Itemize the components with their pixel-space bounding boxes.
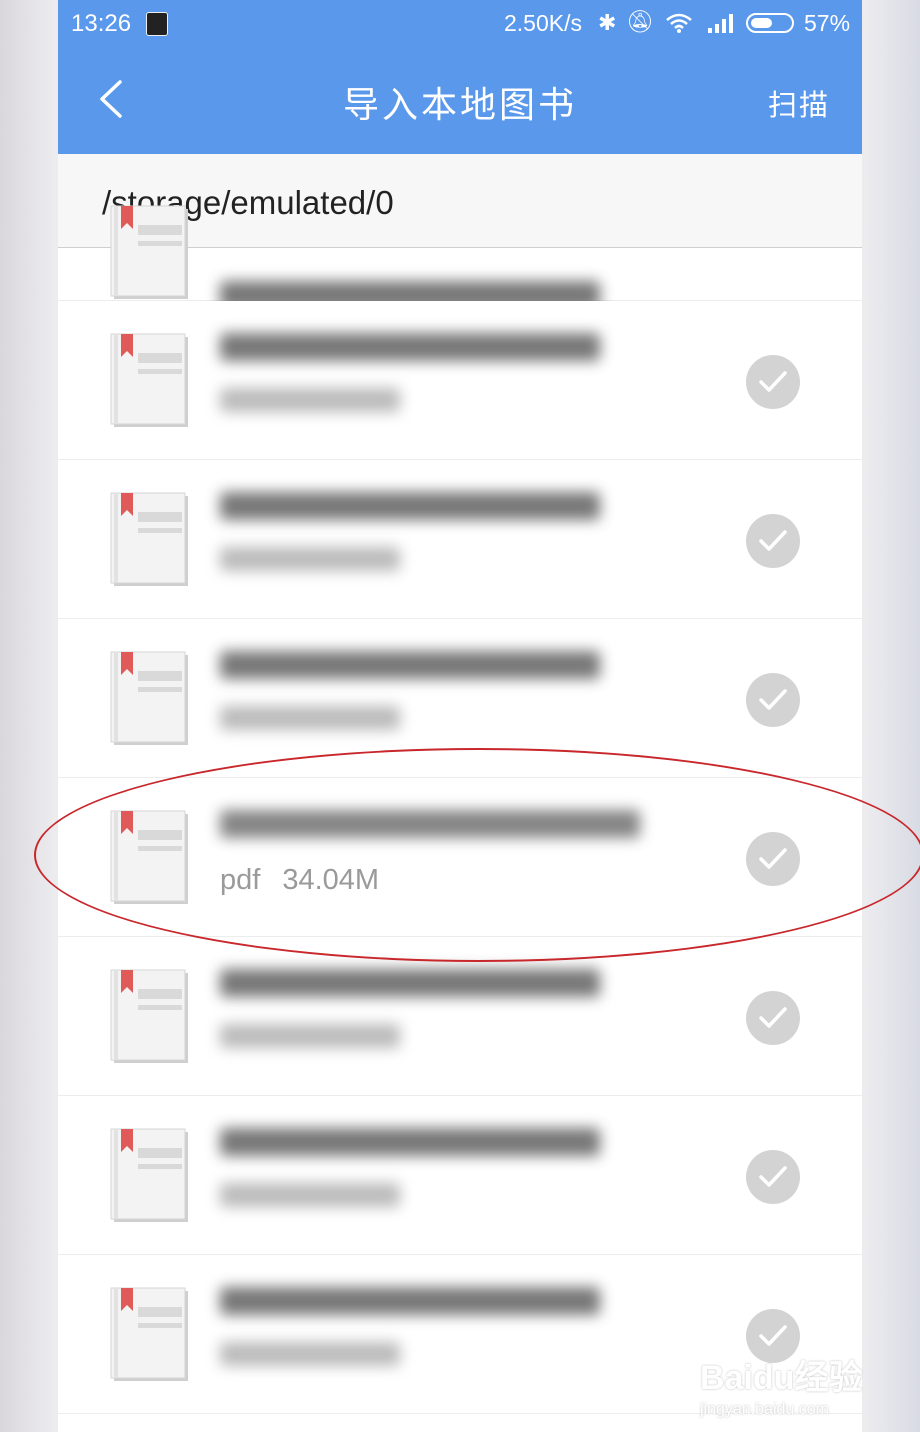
app-bar: 导入本地图书 扫描	[58, 48, 862, 154]
file-meta	[220, 1341, 400, 1374]
wifi-icon	[666, 13, 692, 33]
phone-screen: 13:26 2.50K/s ✱ 🔕︎ 57% 导入本地图书 扫描 /storag…	[58, 0, 862, 1432]
list-item[interactable]	[58, 460, 862, 619]
scan-button[interactable]: 扫描	[768, 82, 830, 124]
file-meta	[220, 1023, 400, 1056]
list-item[interactable]	[58, 301, 862, 460]
file-title	[220, 969, 670, 1005]
check-icon[interactable]	[746, 673, 800, 727]
check-icon[interactable]	[746, 832, 800, 886]
notification-app-icon	[146, 12, 168, 36]
watermark-brand: Baidu经验	[700, 1359, 863, 1397]
book-icon	[110, 492, 189, 587]
book-icon	[110, 333, 189, 428]
list-item-highlighted[interactable]: pdf 34.04M	[58, 778, 862, 937]
file-meta	[220, 546, 400, 579]
file-meta	[220, 387, 400, 420]
file-list: pdf 34.04M	[58, 205, 862, 1414]
status-bar: 13:26 2.50K/s ✱ 🔕︎ 57%	[58, 0, 862, 48]
battery-percent: 57%	[804, 10, 851, 36]
list-item[interactable]	[58, 619, 862, 778]
file-title	[220, 810, 670, 846]
book-icon	[110, 969, 189, 1064]
network-speed: 2.50K/s	[504, 10, 582, 36]
mute-bell-icon: 🔕︎	[626, 9, 654, 34]
book-icon	[110, 1287, 189, 1382]
check-icon[interactable]	[746, 991, 800, 1045]
status-time: 13:26	[71, 10, 132, 37]
watermark-url: jingyan.baidu.com	[700, 1401, 829, 1418]
file-title	[220, 1287, 670, 1323]
list-item[interactable]	[58, 1096, 862, 1255]
check-icon[interactable]	[746, 355, 800, 409]
list-item[interactable]	[58, 937, 862, 1096]
file-meta	[220, 1182, 400, 1215]
file-title	[220, 651, 670, 687]
file-title	[220, 333, 670, 369]
check-icon[interactable]	[746, 1150, 800, 1204]
file-meta	[220, 705, 400, 738]
file-size: 34.04M	[282, 864, 380, 896]
bluetooth-icon: ✱	[598, 10, 617, 35]
book-icon	[110, 1128, 189, 1223]
book-icon	[110, 205, 189, 300]
watermark: Baidu经验 jingyan.baidu.com	[700, 1350, 862, 1419]
list-item[interactable]	[58, 205, 862, 309]
book-icon	[110, 810, 189, 905]
page-title: 导入本地图书	[342, 85, 577, 126]
file-title	[220, 1128, 670, 1164]
signal-icon	[708, 14, 733, 33]
check-icon[interactable]	[746, 514, 800, 568]
file-title	[220, 492, 670, 528]
book-icon	[110, 651, 189, 746]
file-meta: pdf 34.04M	[220, 864, 379, 897]
battery-icon	[746, 13, 794, 33]
file-type: pdf	[220, 864, 261, 896]
